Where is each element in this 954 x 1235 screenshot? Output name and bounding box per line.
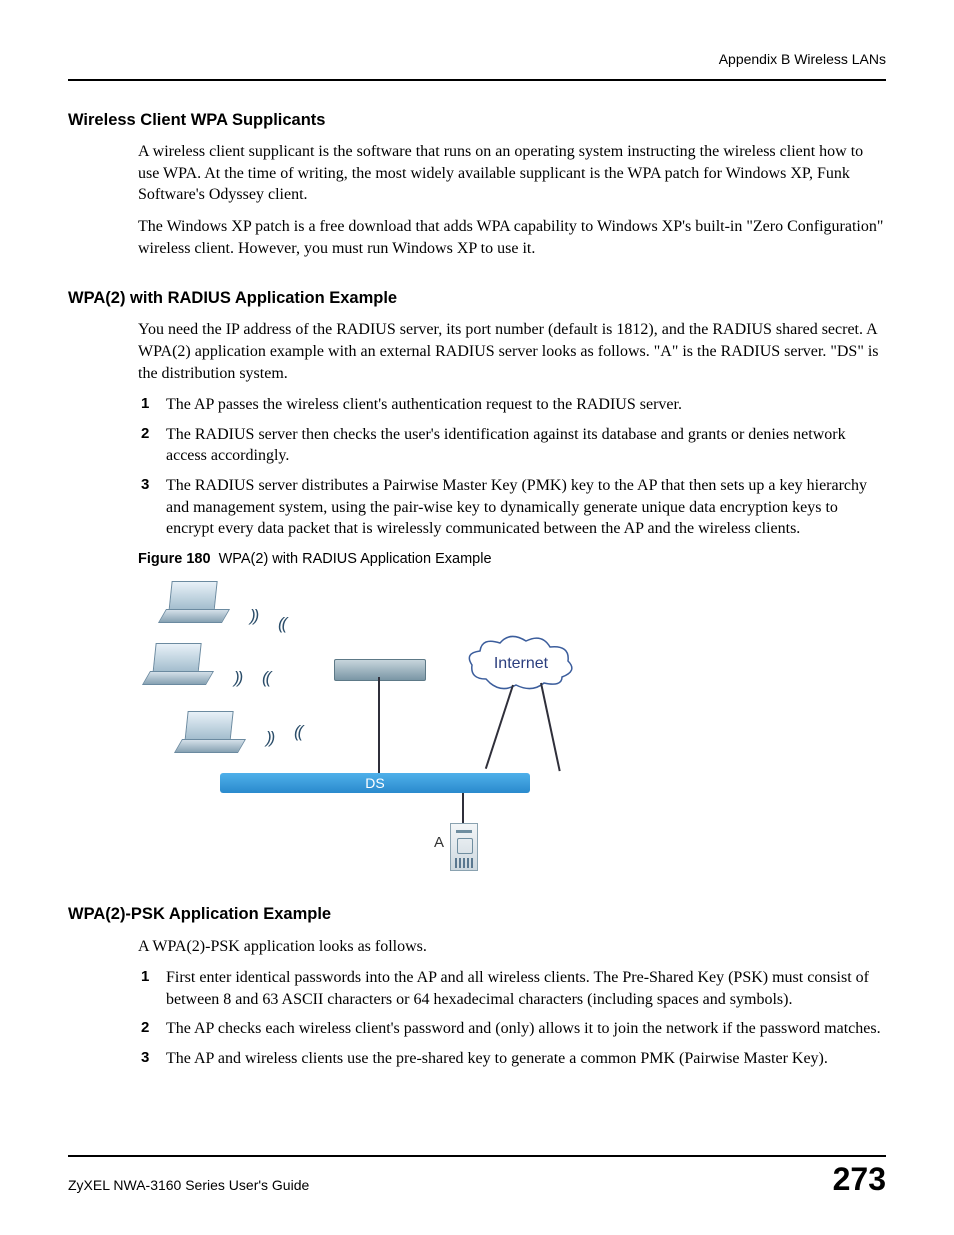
figure-caption: Figure 180 WPA(2) with RADIUS Applicatio… (138, 550, 886, 570)
heading-wpa2-psk-example: WPA(2)-PSK Application Example (68, 903, 886, 925)
body-text: A wireless client supplicant is the soft… (138, 141, 886, 206)
distribution-system-bar: DS (220, 773, 530, 793)
list-number: 3 (141, 475, 149, 495)
laptop-icon (162, 581, 230, 625)
wifi-waves-icon: )) (250, 605, 257, 628)
connector-line (540, 683, 561, 771)
connector-line (462, 793, 464, 827)
list-item-text: The AP and wireless clients use the pre-… (166, 1050, 828, 1067)
heading-wpa2-radius-example: WPA(2) with RADIUS Application Example (68, 287, 886, 309)
wifi-waves-icon: (( (278, 613, 285, 636)
page-number: 273 (833, 1163, 886, 1195)
list-item-text: The RADIUS server distributes a Pairwise… (166, 477, 867, 537)
body-text: The Windows XP patch is a free download … (138, 216, 886, 259)
body-text: You need the IP address of the RADIUS se… (138, 319, 886, 384)
internet-label: Internet (468, 653, 574, 675)
list-number: 1 (141, 967, 149, 987)
list-item: 2 The AP checks each wireless client's pa… (138, 1018, 886, 1040)
wifi-waves-icon: (( (294, 721, 301, 744)
radius-server-label: A (434, 833, 444, 853)
figure-diagram-wpa2-radius: )) (( )) (( )) (( Internet DS A (138, 575, 568, 875)
list-item: 3 The RADIUS server distributes a Pairwis… (138, 475, 886, 540)
list-item-text: The AP passes the wireless client's auth… (166, 396, 682, 413)
list-item: 2 The RADIUS server then checks the user'… (138, 424, 886, 467)
connector-line (378, 677, 380, 773)
list-item-text: The RADIUS server then checks the user's… (166, 426, 846, 465)
list-number: 1 (141, 394, 149, 414)
figure-caption-text: WPA(2) with RADIUS Application Example (219, 551, 492, 567)
figure-label: Figure 180 (138, 551, 211, 567)
server-icon (450, 823, 478, 871)
heading-wpa-supplicants: Wireless Client WPA Supplicants (68, 109, 886, 131)
list-number: 3 (141, 1048, 149, 1068)
ordered-list: 1 The AP passes the wireless client's aut… (138, 394, 886, 540)
running-header: Appendix B Wireless LANs (68, 50, 886, 81)
laptop-icon (146, 643, 214, 687)
wifi-waves-icon: (( (262, 667, 269, 690)
list-item: 3 The AP and wireless clients use the pre… (138, 1048, 886, 1070)
list-item-text: First enter identical passwords into the… (166, 969, 869, 1008)
wifi-waves-icon: )) (234, 667, 241, 690)
list-item: 1 First enter identical passwords into th… (138, 967, 886, 1010)
connector-line (485, 685, 514, 769)
list-item: 1 The AP passes the wireless client's aut… (138, 394, 886, 416)
list-number: 2 (141, 1018, 149, 1038)
router-icon (334, 659, 426, 681)
list-item-text: The AP checks each wireless client's pas… (166, 1020, 881, 1037)
wifi-waves-icon: )) (266, 727, 273, 750)
footer-book-title: ZyXEL NWA-3160 Series User's Guide (68, 1176, 309, 1195)
list-number: 2 (141, 424, 149, 444)
laptop-icon (178, 711, 246, 755)
page-footer: ZyXEL NWA-3160 Series User's Guide 273 (68, 1155, 886, 1195)
body-text: A WPA(2)-PSK application looks as follow… (138, 936, 886, 958)
ordered-list: 1 First enter identical passwords into th… (138, 967, 886, 1069)
